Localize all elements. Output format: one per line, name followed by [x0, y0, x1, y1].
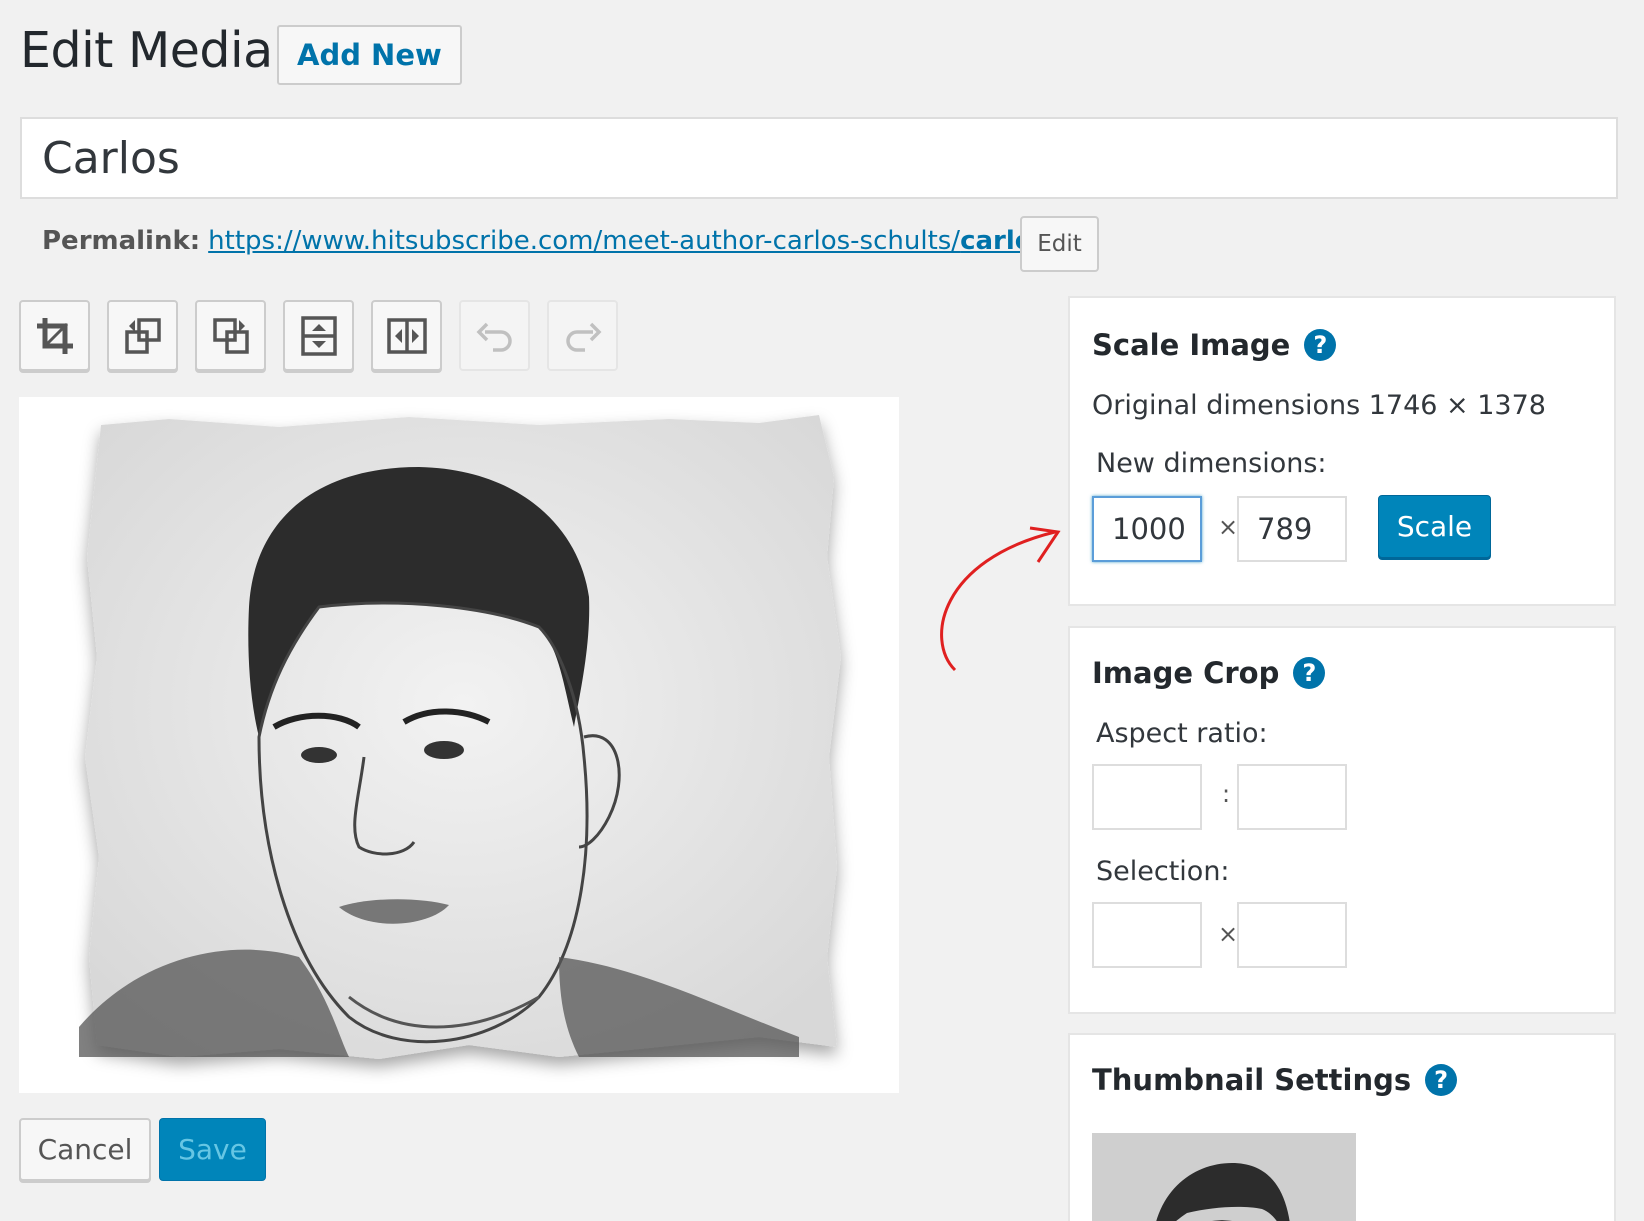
permalink-link[interactable]: https://www.hitsubscribe.com/meet-author… — [208, 226, 1057, 256]
image-preview[interactable] — [19, 397, 899, 1093]
thumbnail-settings-heading: Thumbnail Settings ? — [1092, 1063, 1458, 1097]
image-crop-panel: Image Crop ? Aspect ratio: : Selection: … — [1068, 626, 1616, 1014]
thumbnail-settings-panel: Thumbnail Settings ? — [1068, 1033, 1616, 1221]
crop-button[interactable] — [19, 300, 90, 371]
scale-times-sign: × — [1218, 513, 1239, 541]
portrait-sketch-image — [79, 415, 841, 1059]
scale-width-input[interactable]: 1000 — [1092, 496, 1202, 562]
aspect-ratio-width-input[interactable] — [1092, 764, 1202, 830]
thumbnail-preview — [1092, 1133, 1356, 1221]
rotate-left-button[interactable] — [107, 300, 178, 371]
media-title-input[interactable]: Carlos — [20, 117, 1618, 199]
rotate-left-icon — [124, 317, 161, 354]
scale-image-heading: Scale Image ? — [1092, 328, 1337, 362]
cancel-button[interactable]: Cancel — [19, 1118, 151, 1181]
permalink-label: Permalink: — [42, 226, 201, 256]
permalink: Permalink: https://www.hitsubscribe.com/… — [42, 226, 1057, 256]
page-title: Edit Media — [20, 22, 273, 79]
selection-label: Selection: — [1096, 856, 1230, 887]
selection-times-sign: × — [1218, 920, 1239, 948]
scale-height-input[interactable]: 789 — [1237, 496, 1347, 562]
aspect-ratio-label: Aspect ratio: — [1096, 718, 1268, 749]
add-new-button[interactable]: Add New — [277, 25, 462, 85]
crop-icon — [36, 317, 73, 354]
flip-horizontal-icon — [386, 317, 427, 354]
thumbnail-help-icon[interactable]: ? — [1425, 1064, 1458, 1096]
flip-vertical-button[interactable] — [283, 300, 354, 371]
flip-horizontal-button[interactable] — [371, 300, 442, 371]
aspect-ratio-separator: : — [1222, 780, 1231, 808]
flip-vertical-icon — [300, 315, 337, 356]
permalink-edit-button[interactable]: Edit — [1020, 216, 1099, 272]
image-crop-heading: Image Crop ? — [1092, 656, 1326, 690]
undo-icon — [476, 322, 512, 352]
scale-image-panel: Scale Image ? Original dimensions 1746 ×… — [1068, 296, 1616, 606]
selection-height-input[interactable] — [1237, 902, 1347, 968]
rotate-right-icon — [212, 317, 249, 354]
new-dimensions-label: New dimensions: — [1096, 448, 1327, 479]
redo-button[interactable] — [547, 300, 618, 371]
selection-width-input[interactable] — [1092, 902, 1202, 968]
original-dimensions: Original dimensions 1746 × 1378 — [1092, 390, 1546, 421]
annotation-arrow — [940, 526, 1061, 672]
crop-help-icon[interactable]: ? — [1293, 657, 1326, 689]
scale-button[interactable]: Scale — [1378, 495, 1491, 558]
rotate-right-button[interactable] — [195, 300, 266, 371]
redo-icon — [565, 322, 601, 352]
scale-help-icon[interactable]: ? — [1304, 329, 1337, 361]
undo-button[interactable] — [459, 300, 530, 371]
thumbnail-image — [1092, 1133, 1356, 1221]
image-edit-toolbar — [19, 300, 635, 371]
save-button[interactable]: Save — [159, 1118, 266, 1181]
aspect-ratio-height-input[interactable] — [1237, 764, 1347, 830]
